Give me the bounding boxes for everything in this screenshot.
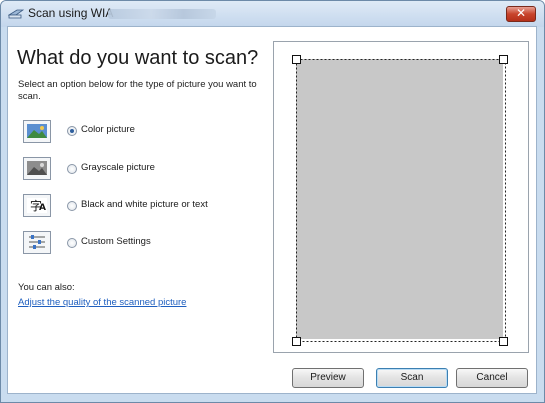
custom-settings-label[interactable]: Custom Settings (81, 236, 151, 247)
color-picture-radio[interactable] (67, 126, 77, 136)
window-title: Scan using WIA (28, 6, 114, 20)
custom-settings-icon (23, 231, 51, 254)
title-bar[interactable]: Scan using WIA ✕ (1, 1, 544, 27)
scan-button[interactable]: Scan (376, 368, 448, 388)
crop-handle-top-left[interactable] (292, 55, 301, 64)
bw-picture-text-label[interactable]: Black and white picture or text (81, 199, 208, 210)
bw-picture-text-radio[interactable] (67, 201, 77, 211)
grayscale-picture-label[interactable]: Grayscale picture (81, 162, 155, 173)
grayscale-picture-radio[interactable] (67, 164, 77, 174)
color-picture-label[interactable]: Color picture (81, 124, 135, 135)
cancel-button[interactable]: Cancel (456, 368, 528, 388)
page-title: What do you want to scan? (17, 47, 259, 69)
grayscale-picture-icon (23, 157, 51, 180)
close-icon: ✕ (515, 6, 527, 20)
crop-handle-bottom-right[interactable] (499, 337, 508, 346)
title-device-name-obscured (108, 9, 216, 19)
color-picture-icon (23, 120, 51, 143)
instruction-text: Select an option below for the type of p… (18, 79, 257, 102)
svg-text:A: A (39, 203, 46, 213)
close-button[interactable]: ✕ (506, 6, 536, 22)
crop-selection[interactable] (291, 54, 513, 346)
bw-picture-text-icon: 字 A (23, 194, 51, 217)
preview-button[interactable]: Preview (292, 368, 364, 388)
scanner-app-icon (8, 9, 24, 19)
crop-handle-bottom-left[interactable] (292, 337, 301, 346)
custom-settings-radio[interactable] (67, 238, 77, 248)
you-can-also-label: You can also: (18, 282, 75, 293)
crop-handle-top-right[interactable] (499, 55, 508, 64)
adjust-quality-link[interactable]: Adjust the quality of the scanned pictur… (18, 297, 186, 308)
